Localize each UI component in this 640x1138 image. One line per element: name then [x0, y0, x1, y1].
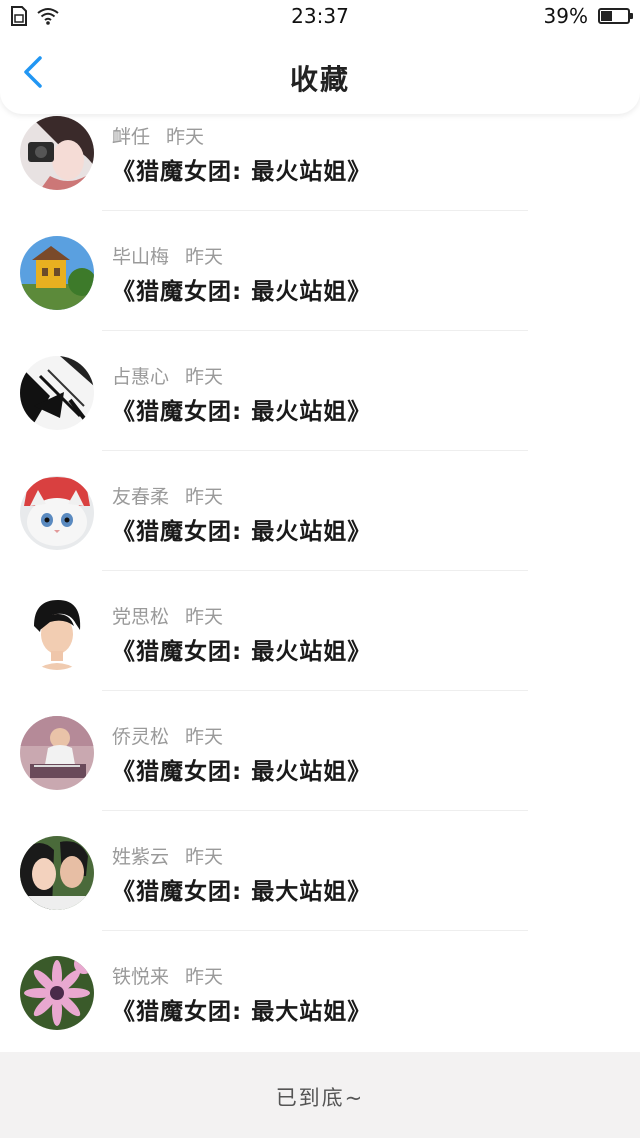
avatar: [20, 596, 94, 670]
item-title: 《猎魔女团: 最火站姐》: [112, 279, 372, 305]
list-item[interactable]: 侨灵松 昨天 《猎魔女团: 最火站姐》: [0, 712, 640, 832]
avatar: [20, 236, 94, 310]
list-item[interactable]: 友春柔 昨天 《猎魔女团: 最火站姐》: [0, 472, 640, 592]
favorites-list: 衅任 昨天 《猎魔女团: 最火站姐》 毕山梅 昨天 《猎魔女团: 最火站姐》 占…: [0, 112, 640, 1072]
divider: [102, 930, 528, 931]
item-title: 《猎魔女团: 最火站姐》: [112, 399, 372, 425]
avatar: [20, 836, 94, 910]
item-time: 昨天: [166, 126, 205, 148]
item-meta: 友春柔 昨天: [112, 482, 223, 509]
divider: [102, 690, 528, 691]
item-time: 昨天: [185, 966, 224, 988]
item-time: 昨天: [185, 486, 224, 508]
end-of-list-text: 已到底~: [275, 1086, 365, 1110]
avatar: [20, 476, 94, 550]
avatar: [20, 956, 94, 1030]
item-meta: 占惠心 昨天: [112, 362, 223, 389]
status-bar: 23:37 39%: [0, 0, 640, 32]
avatar: [20, 116, 94, 190]
item-time: 昨天: [185, 366, 224, 388]
battery-percent: 39%: [543, 4, 588, 28]
item-title: 《猎魔女团: 最大站姐》: [112, 879, 372, 905]
item-time: 昨天: [185, 246, 224, 268]
battery-level-fill: [601, 11, 612, 21]
avatar: [20, 356, 94, 430]
item-time: 昨天: [185, 846, 224, 868]
avatar: [20, 716, 94, 790]
list-item[interactable]: 毕山梅 昨天 《猎魔女团: 最火站姐》: [0, 232, 640, 352]
list-item[interactable]: 党思松 昨天 《猎魔女团: 最火站姐》: [0, 592, 640, 712]
item-meta: 衅任 昨天: [112, 122, 204, 149]
divider: [102, 570, 528, 571]
list-item[interactable]: 姓紫云 昨天 《猎魔女团: 最大站姐》: [0, 832, 640, 952]
item-time: 昨天: [185, 606, 224, 628]
item-meta: 姓紫云 昨天: [112, 842, 223, 869]
author-name: 衅任: [112, 126, 151, 148]
author-name: 姓紫云: [112, 846, 170, 868]
item-meta: 党思松 昨天: [112, 602, 223, 629]
item-meta: 毕山梅 昨天: [112, 242, 223, 269]
page-title: 收藏: [289, 63, 350, 96]
item-title: 《猎魔女团: 最火站姐》: [112, 759, 372, 785]
author-name: 友春柔: [112, 486, 170, 508]
nav-bar: 收藏: [0, 22, 640, 114]
favorites-screen: 23:37 39% 收藏 衅任 昨天 《猎魔女团: 最火站姐》 毕山梅 昨天 《…: [0, 0, 640, 1138]
battery-icon: [598, 8, 633, 24]
divider: [102, 210, 528, 211]
author-name: 党思松: [112, 606, 170, 628]
list-item[interactable]: 衅任 昨天 《猎魔女团: 最火站姐》: [0, 112, 640, 232]
author-name: 占惠心: [112, 366, 170, 388]
list-item[interactable]: 占惠心 昨天 《猎魔女团: 最火站姐》: [0, 352, 640, 472]
divider: [102, 330, 528, 331]
item-title: 《猎魔女团: 最火站姐》: [112, 519, 372, 545]
author-name: 侨灵松: [112, 726, 170, 748]
author-name: 铁悦来: [112, 966, 170, 988]
author-name: 毕山梅: [112, 246, 170, 268]
item-title: 《猎魔女团: 最火站姐》: [112, 639, 372, 665]
status-right: 39%: [543, 4, 633, 28]
item-title: 《猎魔女团: 最火站姐》: [112, 159, 372, 185]
divider: [102, 810, 528, 811]
item-meta: 铁悦来 昨天: [112, 962, 223, 989]
end-of-list-footer: 已到底~: [0, 1052, 640, 1138]
item-title: 《猎魔女团: 最大站姐》: [112, 999, 372, 1025]
divider: [102, 450, 528, 451]
item-time: 昨天: [185, 726, 224, 748]
item-meta: 侨灵松 昨天: [112, 722, 223, 749]
